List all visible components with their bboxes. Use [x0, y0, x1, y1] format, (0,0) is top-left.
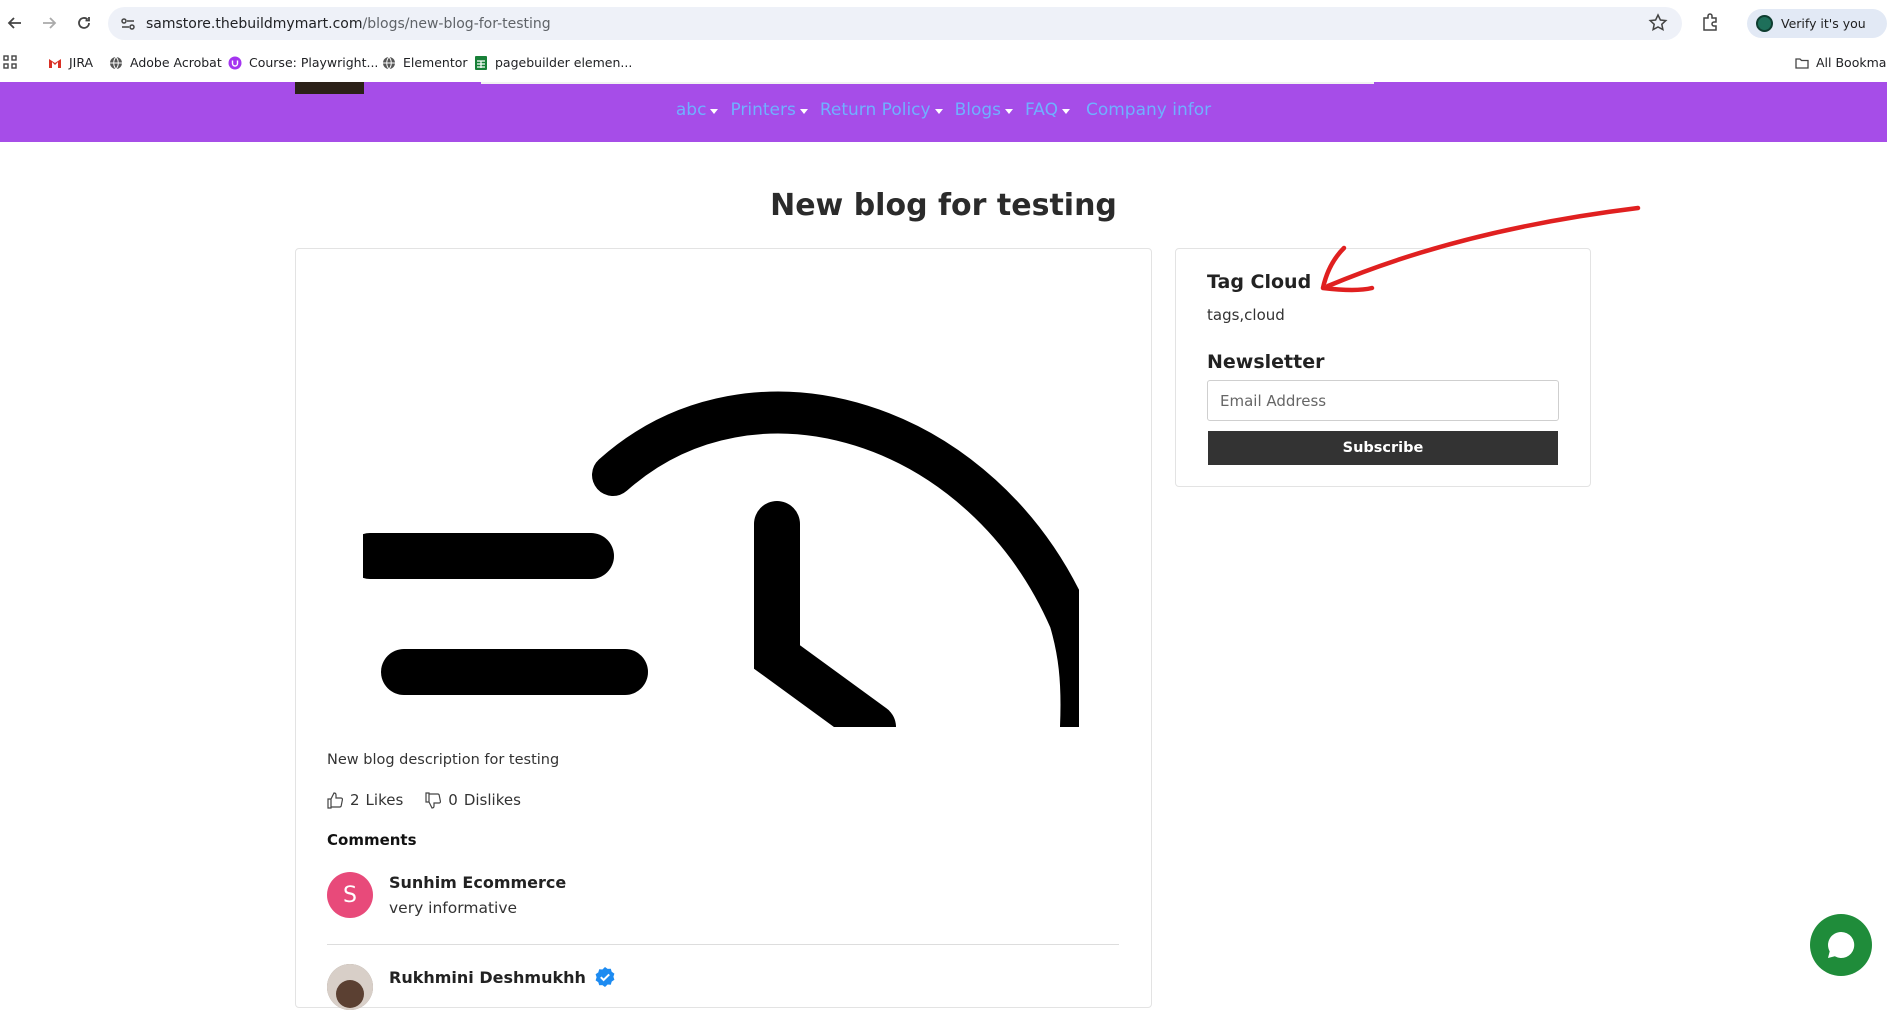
menu-item-blogs[interactable]: Blogs [955, 100, 1014, 120]
site-settings-icon[interactable] [120, 16, 136, 32]
tag-cloud-tags[interactable]: tags,cloud [1207, 306, 1285, 324]
profile-avatar [1756, 15, 1773, 32]
bookmark-label: JIRA [69, 55, 94, 70]
newsletter-heading: Newsletter [1207, 351, 1325, 373]
profile-label: Verify it's you [1781, 16, 1866, 31]
udemy-icon [228, 56, 242, 69]
caret-down-icon [1005, 108, 1014, 114]
address-bar[interactable]: samstore.thebuildmymart.com/blogs/new-bl… [108, 7, 1682, 40]
extensions-icon[interactable] [1700, 12, 1720, 37]
tag-cloud-heading: Tag Cloud [1207, 271, 1312, 293]
site-logo[interactable] [295, 82, 364, 94]
back-icon[interactable] [4, 12, 26, 34]
sheets-icon [475, 55, 487, 70]
subscribe-button[interactable]: Subscribe [1208, 431, 1558, 465]
post-reactions: 2 Likes 0 Dislikes [327, 791, 521, 809]
bookmark-pagebuilder[interactable]: pagebuilder elemen... [474, 55, 632, 70]
menu-item-abc[interactable]: abc [676, 100, 719, 120]
caret-down-icon [710, 108, 719, 114]
comment-divider [327, 944, 1119, 945]
menu-item-return-policy[interactable]: Return Policy [820, 100, 943, 120]
menu-item-company-info[interactable]: Company infor [1086, 100, 1211, 120]
bookmarks-bar: JIRA Adobe Acrobat Course: Playwright...… [0, 46, 1887, 82]
dislikes-count: 0 [448, 791, 458, 809]
post-description: New blog description for testing [327, 752, 560, 768]
bookmark-adobe-acrobat[interactable]: Adobe Acrobat [109, 55, 222, 70]
caret-down-icon [1061, 108, 1070, 114]
gmail-icon [49, 58, 61, 68]
caret-down-icon [799, 108, 808, 114]
bookmark-label: Course: Playwright... [249, 55, 379, 70]
folder-icon [1795, 57, 1809, 69]
globe-icon [383, 56, 395, 69]
bookmark-label: Elementor [403, 55, 468, 70]
comment-author: Sunhim Ecommerce [389, 873, 567, 892]
avatar: S [327, 872, 373, 918]
menu-item-printers[interactable]: Printers [730, 100, 808, 120]
browser-toolbar: samstore.thebuildmymart.com/blogs/new-bl… [0, 0, 1887, 46]
bookmark-elementor[interactable]: Elementor [382, 55, 468, 70]
bookmark-course-playwright[interactable]: Course: Playwright... [228, 55, 378, 70]
bookmark-jira[interactable]: JIRA [48, 55, 93, 70]
verified-badge-icon [595, 967, 615, 987]
profile-verify-button[interactable]: Verify it's you [1747, 9, 1887, 38]
email-field[interactable] [1207, 380, 1559, 421]
apps-icon[interactable] [3, 55, 17, 69]
comments-heading: Comments [327, 831, 417, 849]
globe-icon [110, 56, 122, 69]
caret-down-icon [934, 108, 943, 114]
thumbs-up-icon[interactable] [327, 791, 344, 809]
avatar [327, 964, 373, 1010]
dislikes-label: Dislikes [463, 791, 521, 809]
chat-widget-button[interactable] [1810, 914, 1872, 976]
bookmark-label: pagebuilder elemen... [495, 55, 633, 70]
comment-author: Rukhmini Deshmukhh [389, 966, 616, 988]
all-bookmarks[interactable]: All Bookmarks [1795, 55, 1887, 70]
forward-icon[interactable] [38, 12, 60, 34]
bookmark-star-icon[interactable] [1648, 13, 1668, 33]
likes-label: Likes [365, 791, 404, 809]
chat-bubble-icon [1828, 931, 1855, 958]
bookmark-label: Adobe Acrobat [130, 55, 222, 70]
main-menu: abc Printers Return Policy Blogs FAQ Com… [0, 100, 1887, 120]
reload-icon[interactable] [73, 12, 95, 34]
all-bookmarks-label: All Bookmarks [1816, 55, 1887, 70]
menu-item-faq[interactable]: FAQ [1025, 100, 1070, 120]
thumbs-down-icon[interactable] [425, 791, 442, 809]
likes-count: 2 [350, 791, 360, 809]
comment-author-name: Rukhmini Deshmukhh [389, 967, 586, 987]
site-search-bar[interactable] [481, 82, 1374, 84]
url-text: samstore.thebuildmymart.com/blogs/new-bl… [146, 16, 551, 32]
history-clock-icon [363, 380, 1079, 727]
comment-text: very informative [389, 899, 518, 917]
red-arrow-annotation [1320, 205, 1641, 293]
